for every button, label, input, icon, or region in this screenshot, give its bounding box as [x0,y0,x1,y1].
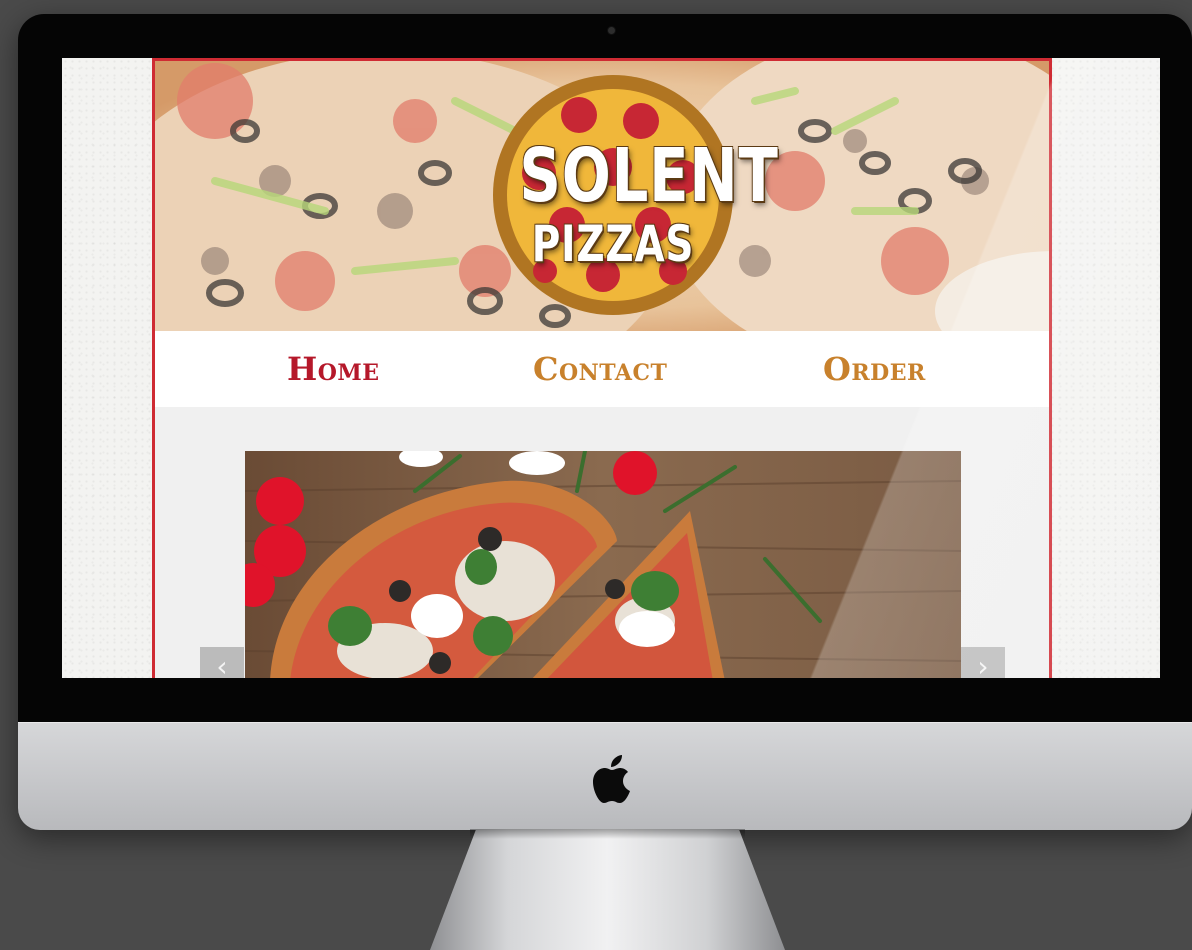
logo-title-line2: PIZZAS [531,215,695,273]
nav-order-link[interactable]: Order [823,349,926,389]
camera-icon [608,27,615,34]
chevron-right-icon: › [977,650,989,678]
screen-bezel: SOLENT PIZZAS Home Contact Order ‹ › [18,14,1192,722]
image-carousel [245,451,961,678]
carousel-next-button[interactable]: › [961,647,1005,678]
logo-title-line1: SOLENT [519,133,779,219]
monitor-stand [430,829,785,950]
browser-viewport: SOLENT PIZZAS Home Contact Order ‹ › [62,58,1160,678]
hero-banner: SOLENT PIZZAS [155,61,1049,331]
main-navigation: Home Contact Order [155,331,1049,407]
pizza-website: SOLENT PIZZAS Home Contact Order ‹ › [152,58,1052,678]
stand-shadow [470,829,745,839]
chevron-left-icon: ‹ [216,650,228,678]
carousel-pizza-slide [245,451,961,678]
solent-pizzas-logo[interactable]: SOLENT PIZZAS [493,75,779,315]
nav-contact-link[interactable]: Contact [533,349,667,389]
imac-monitor: SOLENT PIZZAS Home Contact Order ‹ › [18,14,1192,830]
carousel-prev-button[interactable]: ‹ [200,647,244,678]
monitor-chin [18,722,1192,830]
apple-logo-icon [593,755,630,803]
nav-home-link[interactable]: Home [287,349,380,389]
